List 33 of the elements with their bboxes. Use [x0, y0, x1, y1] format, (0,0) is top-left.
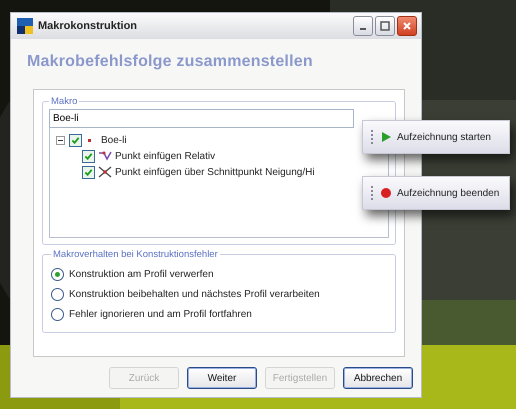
group-label: Makro — [50, 96, 78, 107]
toolbar-button[interactable]: Aufzeichnung starten — [362, 120, 510, 154]
tree-item[interactable]: Punkt einfügen über Schnittpunkt Neigung/Hi — [115, 166, 315, 178]
radio-button[interactable] — [51, 268, 64, 280]
window-title: Makrokonstruktion — [38, 20, 138, 32]
dialog-button[interactable]: Abbrechen — [343, 367, 413, 389]
radio-button[interactable] — [51, 308, 64, 320]
minimize-icon — [360, 28, 366, 30]
checkbox[interactable] — [82, 150, 95, 162]
point-icon — [98, 149, 112, 163]
page-heading: Makrobefehlsfolge zusammenstellen — [26, 52, 314, 72]
record-icon — [381, 188, 391, 198]
checkbox[interactable] — [69, 134, 82, 146]
collapse-icon[interactable] — [56, 136, 65, 144]
option-label[interactable]: Konstruktion beibehalten und nächstes Profil verarbeiten — [69, 288, 320, 300]
play-icon — [381, 132, 391, 142]
minimize-button[interactable] — [353, 16, 373, 36]
option-label[interactable]: Konstruktion am Profil verwerfen — [69, 268, 214, 280]
option-label[interactable]: Fehler ignorieren und am Profil fortfahren — [69, 308, 252, 320]
maximize-icon — [380, 21, 390, 31]
group-label: Makroverhalten bei Konstruktionsfehler — [52, 249, 219, 260]
input-field[interactable]: Boe-li — [49, 109, 354, 128]
intersection-icon — [98, 165, 112, 179]
checkbox[interactable] — [82, 166, 95, 178]
dialog-button[interactable]: Weiter — [187, 367, 257, 389]
radio-button[interactable] — [51, 288, 64, 300]
maximize-button[interactable] — [375, 16, 395, 36]
tree-item[interactable]: Boe-li — [101, 134, 127, 146]
close-button[interactable] — [397, 16, 417, 36]
toolbar-button[interactable]: Aufzeichnung beenden — [362, 176, 510, 210]
close-icon — [402, 21, 412, 31]
tree-item[interactable]: Punkt einfügen Relativ — [115, 150, 216, 162]
app-icon — [17, 18, 33, 34]
